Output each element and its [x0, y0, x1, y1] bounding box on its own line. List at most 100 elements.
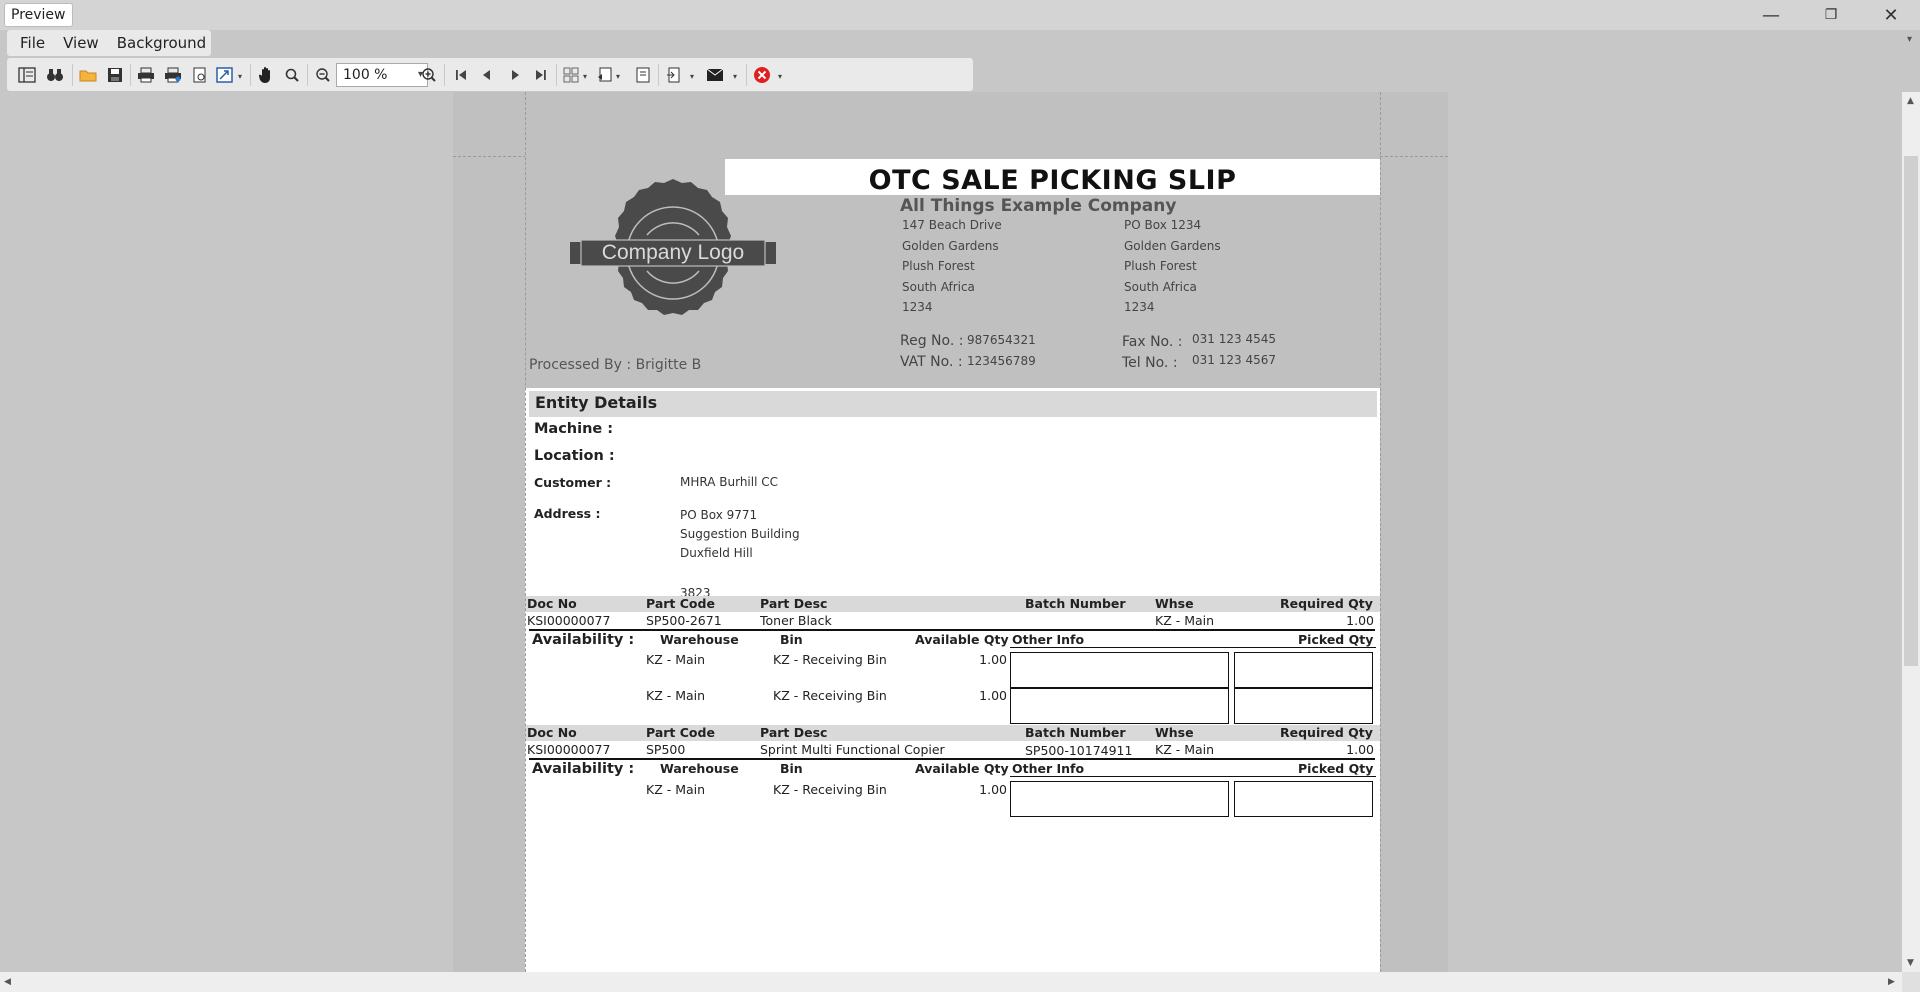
- picked-qty-field[interactable]: [1234, 781, 1373, 817]
- row-divider: [529, 629, 1375, 631]
- machine-label: Machine :: [534, 421, 614, 437]
- part-desc-header: Part Desc: [760, 725, 828, 740]
- available-qty-header: Available Qty: [915, 632, 1009, 647]
- warehouse-cell: KZ - Main: [646, 688, 706, 703]
- vertical-scrollbar[interactable]: ▲ ▼: [1902, 92, 1920, 972]
- fax-label: Fax No. :: [1122, 334, 1183, 350]
- part-code-header: Part Code: [646, 596, 715, 611]
- address-label: Address :: [534, 506, 601, 521]
- chevron-down-icon[interactable]: ▾: [778, 72, 782, 81]
- warehouse-cell: KZ - Main: [646, 782, 706, 797]
- bin-cell: KZ - Receiving Bin: [773, 688, 887, 703]
- page-setup-icon[interactable]: [189, 64, 211, 86]
- menu-overflow-icon[interactable]: ▾: [1907, 34, 1912, 45]
- close-window-button[interactable]: ✕: [1868, 0, 1914, 30]
- doc-no-cell: KSI00000077: [527, 742, 611, 757]
- other-info-header: Other Info: [1012, 761, 1085, 776]
- logo-text: Company Logo: [602, 241, 744, 264]
- previous-page-icon[interactable]: [476, 64, 498, 86]
- toolbar: ▾ 100 % ▾ ▾ ▾ ▾ ▾: [7, 58, 973, 91]
- warehouse-header: Warehouse: [660, 761, 739, 776]
- first-page-icon[interactable]: [450, 64, 472, 86]
- reg-value: 987654321: [967, 333, 1036, 347]
- other-info-field[interactable]: [1010, 688, 1229, 724]
- toolbar-separator: [746, 64, 747, 86]
- zoom-out-icon[interactable]: [312, 64, 334, 86]
- doc-no-cell: KSI00000077: [527, 613, 611, 628]
- scroll-left-icon[interactable]: ◀: [4, 977, 11, 987]
- chevron-down-icon[interactable]: ▾: [733, 72, 737, 81]
- toolbar-separator: [250, 64, 251, 86]
- zoom-level-select[interactable]: 100 %: [336, 63, 428, 87]
- magnifier-icon[interactable]: [281, 64, 303, 86]
- batch-header: Batch Number: [1025, 725, 1126, 740]
- print-icon[interactable]: [135, 64, 157, 86]
- find-binoculars-icon[interactable]: [44, 64, 66, 86]
- customer-address: PO Box 9771 Suggestion Building Duxfield H…: [680, 508, 800, 600]
- menu-background[interactable]: Background: [110, 34, 214, 52]
- whse-header: Whse: [1155, 725, 1194, 740]
- watermark-icon[interactable]: [632, 64, 654, 86]
- picked-qty-field[interactable]: [1234, 652, 1373, 688]
- save-icon[interactable]: [104, 64, 126, 86]
- minimize-button[interactable]: —: [1748, 0, 1794, 30]
- header-underline: [1010, 647, 1376, 648]
- scroll-down-icon[interactable]: ▼: [1907, 958, 1914, 968]
- available-qty-cell: 1.00: [979, 652, 1007, 667]
- report-sheet: OTC SALE PICKING SLIP All Things Example…: [525, 92, 1381, 972]
- report-page: OTC SALE PICKING SLIP All Things Example…: [453, 92, 1448, 972]
- available-qty-cell: 1.00: [979, 782, 1007, 797]
- scroll-right-icon[interactable]: ▶: [1888, 977, 1895, 987]
- horizontal-scrollbar[interactable]: ◀ ▶: [0, 972, 1902, 992]
- zoom-in-icon[interactable]: [418, 64, 440, 86]
- toolbar-separator: [556, 64, 557, 86]
- part-code-cell: SP500-2671: [646, 613, 722, 628]
- warehouse-cell: KZ - Main: [646, 652, 706, 667]
- chevron-down-icon[interactable]: ▾: [583, 72, 587, 81]
- other-info-field[interactable]: [1010, 652, 1229, 688]
- preview-area[interactable]: OTC SALE PICKING SLIP All Things Example…: [0, 92, 1902, 972]
- scrollbar-thumb[interactable]: [1904, 156, 1918, 666]
- picked-qty-header: Picked Qty: [1298, 761, 1374, 776]
- margin-guide: [525, 92, 526, 972]
- header-underline: [1010, 776, 1376, 777]
- menu-view[interactable]: View: [56, 34, 106, 52]
- next-page-icon[interactable]: [504, 64, 526, 86]
- other-info-field[interactable]: [1010, 781, 1229, 817]
- required-qty-cell: 1.00: [1346, 613, 1374, 628]
- tel-value: 031 123 4567: [1192, 353, 1276, 367]
- toolbar-separator: [72, 64, 73, 86]
- doc-no-header: Doc No: [527, 725, 577, 740]
- chevron-down-icon[interactable]: ▾: [690, 72, 694, 81]
- chevron-down-icon[interactable]: ▾: [238, 72, 242, 81]
- available-qty-header: Available Qty: [915, 761, 1009, 776]
- toolbar-separator: [444, 64, 445, 86]
- location-label: Location :: [534, 448, 615, 464]
- close-preview-icon[interactable]: [751, 64, 773, 86]
- menu-file[interactable]: File: [13, 34, 52, 52]
- page-color-icon[interactable]: [594, 64, 616, 86]
- quick-print-icon[interactable]: [162, 64, 184, 86]
- email-icon[interactable]: [704, 64, 726, 86]
- customer-label: Customer :: [534, 475, 612, 490]
- toolbar-separator: [307, 64, 308, 86]
- part-desc-cell: Sprint Multi Functional Copier: [760, 742, 945, 757]
- last-page-icon[interactable]: [530, 64, 552, 86]
- document-map-icon[interactable]: [16, 64, 38, 86]
- menu-bar: File View Background: [7, 30, 211, 56]
- margin-guide: [1380, 92, 1381, 972]
- available-qty-cell: 1.00: [979, 688, 1007, 703]
- hand-tool-icon[interactable]: [255, 64, 277, 86]
- scale-icon[interactable]: [214, 64, 236, 86]
- batch-header: Batch Number: [1025, 596, 1126, 611]
- vat-value: 123456789: [967, 354, 1036, 368]
- picked-qty-field[interactable]: [1234, 688, 1373, 724]
- restore-button[interactable]: ❐: [1808, 0, 1854, 30]
- chevron-down-icon[interactable]: ▾: [616, 72, 620, 81]
- open-folder-icon[interactable]: [77, 64, 99, 86]
- window-title: Preview: [4, 3, 73, 27]
- export-document-icon[interactable]: [663, 64, 685, 86]
- toolbar-separator: [658, 64, 659, 86]
- multiple-pages-icon[interactable]: [560, 64, 582, 86]
- scroll-up-icon[interactable]: ▲: [1907, 96, 1914, 106]
